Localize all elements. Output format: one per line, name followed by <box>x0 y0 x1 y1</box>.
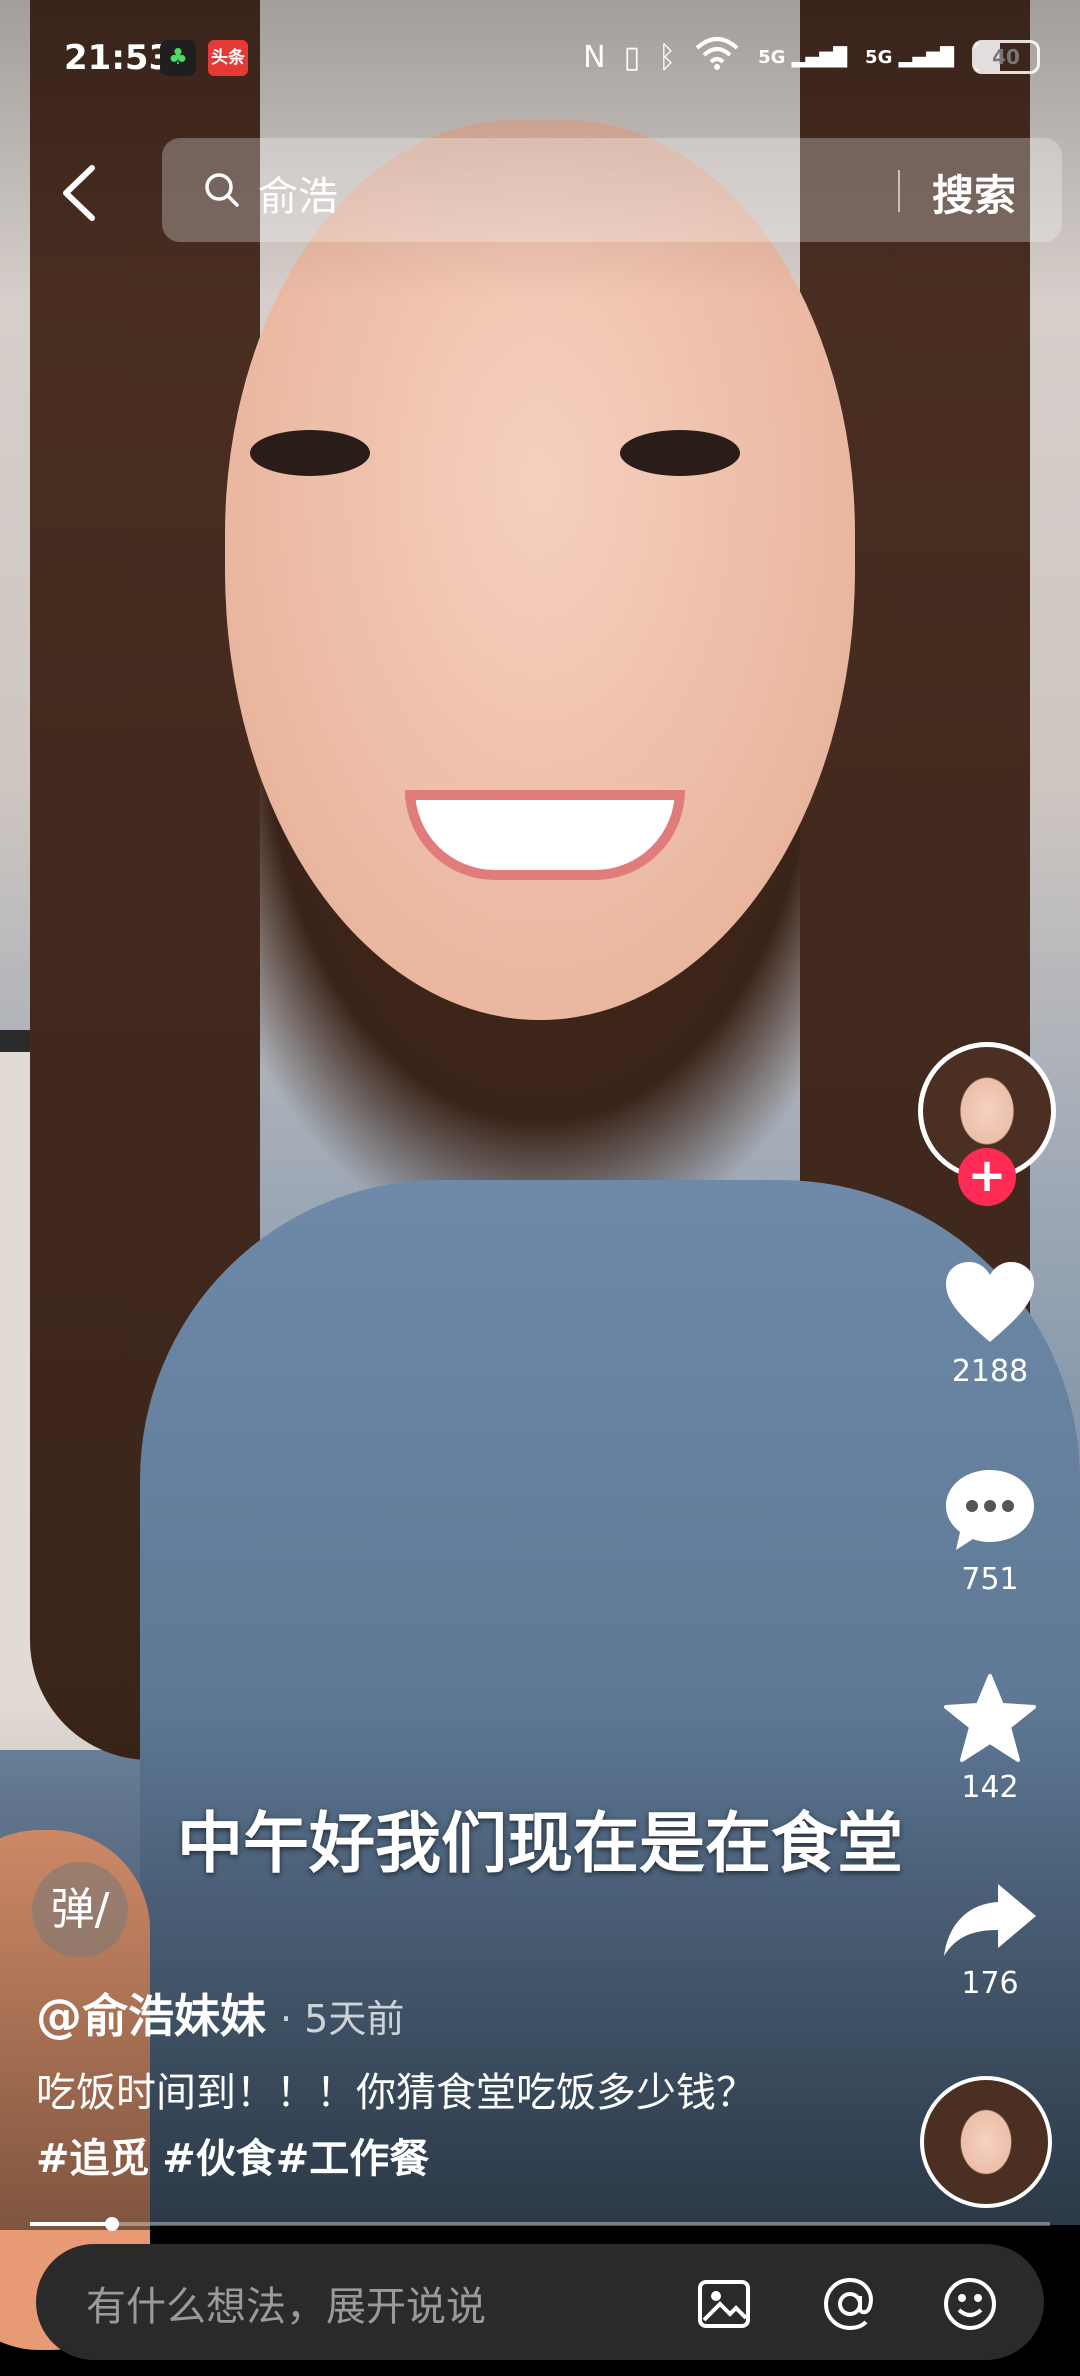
video-subtitle: 中午好我们现在是在食堂 <box>177 1805 903 1882</box>
comment-count: 751 <box>961 1562 1019 1597</box>
back-button[interactable] <box>52 158 112 228</box>
comment-input[interactable]: 有什么想法，展开说说 <box>86 2274 486 2332</box>
signal-5g-icon-2: 5G ▂▄▆█ <box>865 46 954 68</box>
back-arrow-icon <box>63 165 95 221</box>
emoji-icon[interactable] <box>942 2276 998 2332</box>
danmaku-toggle[interactable]: 弹/ <box>32 1862 128 1958</box>
progress-knob[interactable] <box>104 2217 119 2231</box>
notification-app-icon: ♣ <box>160 40 196 76</box>
comment-bubble-icon <box>946 1470 1034 1550</box>
favorite-button[interactable]: 142 <box>920 1672 1060 1805</box>
at-icon[interactable] <box>822 2276 878 2332</box>
heart-icon <box>946 1262 1034 1342</box>
star-icon <box>944 1674 1036 1762</box>
search-icon <box>205 173 239 207</box>
video-description: 吃饭时间到！！！你猜食堂吃饭多少钱？ #追觅 #伙食#工作餐 <box>36 2060 796 2192</box>
hashtag[interactable]: #伙食 <box>162 2136 276 2182</box>
wifi-icon <box>694 36 740 78</box>
description-text: 吃饭时间到！！！你猜食堂吃饭多少钱？ <box>36 2070 756 2116</box>
video-progress-bar[interactable] <box>30 2217 1050 2231</box>
status-time: 21:53 <box>64 38 173 78</box>
search-input[interactable]: 俞浩 <box>258 164 338 222</box>
hashtag[interactable]: #工作餐 <box>276 2136 430 2182</box>
eye-left <box>250 430 370 476</box>
status-bar: 21:53 ♣ 头条 N ▯ ᛒ 5G ▂▄▆█ 5G ▂▄▆█ 40 <box>0 0 1080 110</box>
danmaku-label: 弹 <box>50 1884 95 1935</box>
like-count: 2188 <box>951 1354 1029 1389</box>
music-disc-avatar[interactable] <box>920 2076 1052 2208</box>
post-time: · 5天前 <box>280 1997 405 2041</box>
image-icon[interactable] <box>696 2276 752 2332</box>
eye-right <box>620 430 740 476</box>
video-player-screen: 21:53 ♣ 头条 N ▯ ᛒ 5G ▂▄▆█ 5G ▂▄▆█ 40 俞浩 搜… <box>0 0 1080 2376</box>
like-button[interactable]: 2188 <box>920 1258 1060 1389</box>
search-bar[interactable]: 俞浩 搜索 <box>162 138 1062 242</box>
share-button[interactable]: 176 <box>920 1880 1060 2001</box>
nfc-icon: N <box>583 39 606 75</box>
progress-fill <box>30 2222 112 2226</box>
search-divider <box>898 170 900 212</box>
author-handle[interactable]: @俞浩妹妹 <box>36 1989 266 2043</box>
comment-button[interactable]: 751 <box>920 1466 1060 1597</box>
search-button[interactable]: 搜索 <box>932 162 1016 223</box>
vibrate-icon: ▯ <box>623 39 641 75</box>
share-count: 176 <box>961 1966 1019 2001</box>
comment-input-bar[interactable]: 有什么想法，展开说说 <box>36 2244 1044 2360</box>
battery-icon: 40 <box>972 40 1040 74</box>
author-name[interactable]: @俞浩妹妹 · 5天前 <box>36 1980 404 2046</box>
share-arrow-icon <box>944 1884 1036 1956</box>
status-icons: N ▯ ᛒ 5G ▂▄▆█ 5G ▂▄▆█ 40 <box>583 36 1040 78</box>
hashtag[interactable]: #追觅 <box>36 2136 150 2182</box>
bluetooth-icon: ᛒ <box>658 39 677 75</box>
follow-button[interactable]: + <box>958 1148 1016 1206</box>
toutiao-app-icon: 头条 <box>208 40 248 76</box>
signal-5g-icon-1: 5G ▂▄▆█ <box>758 46 848 68</box>
